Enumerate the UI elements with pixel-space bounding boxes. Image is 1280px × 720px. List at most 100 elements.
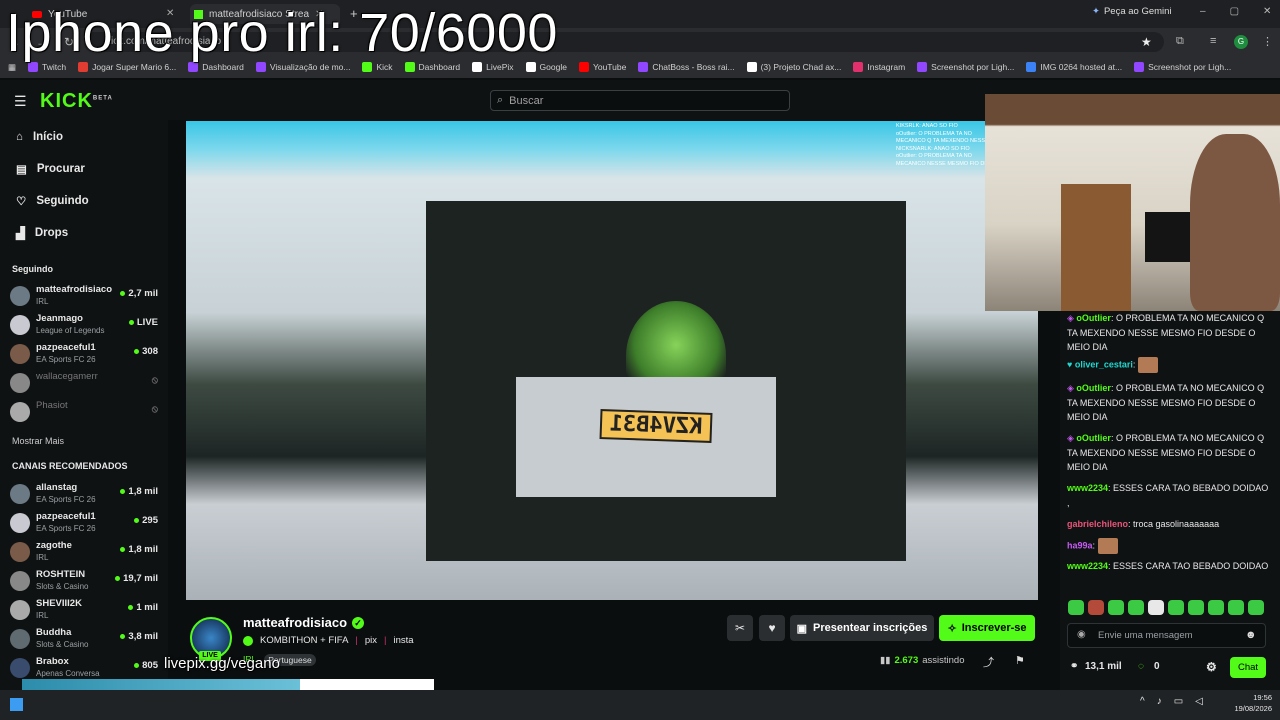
avatar	[10, 542, 30, 562]
nav-item-label: Procurar	[36, 163, 85, 175]
gift-subs-button[interactable]: ▣ Presentear inscrições	[790, 615, 934, 641]
emote-icon[interactable]	[1228, 600, 1244, 615]
bookmark-item[interactable]: Instagram	[853, 62, 905, 72]
bookmark-favicon-icon	[1026, 62, 1037, 72]
channel-name: Phasiot	[36, 400, 68, 411]
bookmark-label: YouTube	[592, 62, 627, 72]
taskbar-clock[interactable]: 19:56 19/08/2026	[1220, 692, 1272, 714]
channel-category: IRL	[36, 297, 49, 306]
nav-item-procurar[interactable]: ▤ Procurar	[16, 159, 156, 179]
viewer-count: 308	[134, 346, 158, 357]
maximize-icon[interactable]: ▢	[1230, 6, 1239, 17]
points-count: 0	[1154, 661, 1160, 672]
live-dot-icon	[128, 605, 134, 610]
profile-avatar[interactable]: G	[1234, 35, 1248, 49]
bookmark-label: IMG 0264 hosted at...	[1040, 62, 1123, 72]
following-channel[interactable]: pazpeaceful1 EA Sports FC 26 308	[10, 342, 162, 368]
bookmark-item[interactable]: (3) Projeto Chad ax...	[746, 62, 842, 72]
volume-icon[interactable]: ◁	[1195, 696, 1203, 707]
insta-link[interactable]: insta	[394, 635, 414, 646]
system-tray: ^ ♪ ▭ ◁	[1140, 696, 1203, 707]
extensions-icon[interactable]: ⧉	[1176, 35, 1184, 48]
minimize-icon[interactable]: –	[1200, 6, 1206, 17]
bookmark-star-icon[interactable]: ★	[1141, 35, 1152, 49]
channel-category: EA Sports FC 26	[36, 355, 96, 364]
bookmark-item[interactable]: ChatBoss - Boss rai...	[638, 62, 735, 72]
chat-username[interactable]: oliver_cestari	[1075, 359, 1133, 369]
emote-icon[interactable]	[1248, 600, 1264, 615]
bookmark-label: (3) Projeto Chad ax...	[760, 62, 842, 72]
chat-username[interactable]: oOutlier	[1076, 383, 1111, 393]
pix-link[interactable]: pix	[365, 635, 377, 646]
viewer-count-value: LIVE	[136, 317, 158, 328]
chat-settings-icon[interactable]: ◉	[1077, 629, 1086, 640]
show-more-link[interactable]: Mostrar Mais	[12, 436, 64, 446]
chat-username[interactable]: www2234	[1067, 561, 1108, 571]
report-icon[interactable]: ⚑	[1015, 654, 1025, 667]
chat-username[interactable]: www2234	[1067, 483, 1108, 493]
bookmark-item[interactable]: Screenshot por Ligh...	[1134, 62, 1231, 72]
recommended-channel[interactable]: pazpeaceful1 EA Sports FC 26 295	[10, 511, 162, 537]
overlay-chat-line: MECANICO NESSE MESMO FIO DESDE	[896, 160, 986, 167]
media-icon[interactable]: ≡	[1210, 35, 1216, 47]
following-channel[interactable]: Phasiot ⦸	[10, 400, 162, 426]
network-icon[interactable]: ▭	[1174, 696, 1183, 707]
chevron-up-icon[interactable]: ^	[1140, 696, 1145, 707]
nav-item-seguindo[interactable]: ♡ Seguindo	[16, 191, 156, 211]
follow-heart-button[interactable]: ♥	[759, 615, 785, 641]
recommended-channel[interactable]: Buddha Slots & Casino 3,8 mil	[10, 627, 162, 653]
bookmark-item[interactable]: IMG 0264 hosted at...	[1026, 62, 1122, 72]
gear-icon[interactable]: ⚙	[1206, 660, 1217, 674]
channel-name: Brabox	[36, 656, 69, 667]
following-channel[interactable]: wallacegamerr ⦸	[10, 371, 162, 397]
clip-button[interactable]: ✂	[727, 615, 753, 641]
emote-icon[interactable]	[1148, 600, 1164, 615]
following-channel[interactable]: matteafrodisiaco IRL 2,7 mil	[10, 284, 162, 310]
channel-name: pazpeaceful1	[36, 511, 96, 522]
recommended-channel[interactable]: allanstag EA Sports FC 26 1,8 mil	[10, 482, 162, 508]
emote-icon[interactable]	[1068, 600, 1084, 615]
overlay-chat-line: KIKSRLK: ANAO SO FIO	[896, 123, 958, 129]
hamburger-icon[interactable]: ☰	[14, 93, 27, 110]
emote-icon[interactable]	[1128, 600, 1144, 615]
emote-icon[interactable]	[1208, 600, 1224, 615]
mic-icon[interactable]: ♪	[1157, 696, 1162, 707]
bookmark-item[interactable]: YouTube	[578, 62, 627, 72]
video-player[interactable]: KZV4B31	[186, 121, 1038, 600]
search-input[interactable]: ⌕ Buscar	[490, 90, 790, 111]
viewer-count: 1,8 mil	[120, 486, 158, 497]
kick-logo[interactable]: KICKBETA	[40, 90, 113, 113]
chat-message: www2234: ESSES CARA TAO BEBADO DOIDAO ,	[1067, 481, 1273, 510]
channel-category: Slots & Casino	[36, 582, 89, 591]
bookmark-item[interactable]: Screenshot por Ligh...	[917, 62, 1014, 72]
following-channel[interactable]: Jeanmago League of Legends LIVE	[10, 313, 162, 339]
emote-icon[interactable]	[1088, 600, 1104, 615]
windows-start-icon[interactable]	[10, 698, 23, 711]
chat-input[interactable]: Envie uma mensagem	[1067, 623, 1266, 648]
viewer-count: LIVE	[128, 317, 158, 328]
chat-send-button[interactable]: Chat	[1230, 657, 1266, 678]
subscribe-button[interactable]: ✧ Inscrever-se	[939, 615, 1035, 641]
close-window-icon[interactable]: ✕	[1263, 6, 1271, 17]
chat-username[interactable]: oOutlier	[1076, 313, 1111, 323]
emoji-icon[interactable]: ☻	[1245, 629, 1257, 641]
channel-name[interactable]: matteafrodisiaco ✓	[243, 615, 365, 630]
live-dot-icon	[120, 547, 126, 552]
menu-icon[interactable]: ⋮	[1262, 35, 1273, 48]
channel-name: Buddha	[36, 627, 72, 638]
emote-icon[interactable]	[1108, 600, 1124, 615]
chat-username[interactable]: ha99a	[1067, 540, 1093, 550]
nav-item-início[interactable]: ⌂ Início	[16, 127, 156, 147]
chat-username[interactable]: gabrielchileno	[1067, 519, 1128, 529]
emote-icon[interactable]	[1168, 600, 1184, 615]
emote-icon[interactable]	[1188, 600, 1204, 615]
recommended-channel[interactable]: SHEVIII2K IRL 1 mil	[10, 598, 162, 624]
nav-item-drops[interactable]: ▟ Drops	[16, 223, 156, 243]
recommended-channel[interactable]: zagothe IRL 1,8 mil	[10, 540, 162, 566]
share-icon[interactable]: ⤴	[983, 654, 994, 670]
avatar	[10, 658, 30, 678]
recommended-channel[interactable]: ROSHTEIN Slots & Casino 19,7 mil	[10, 569, 162, 595]
gemini-button[interactable]: ✦ Peça ao Gemini	[1092, 6, 1172, 17]
chat-colon: :	[1092, 540, 1098, 551]
chat-username[interactable]: oOutlier	[1076, 433, 1111, 443]
